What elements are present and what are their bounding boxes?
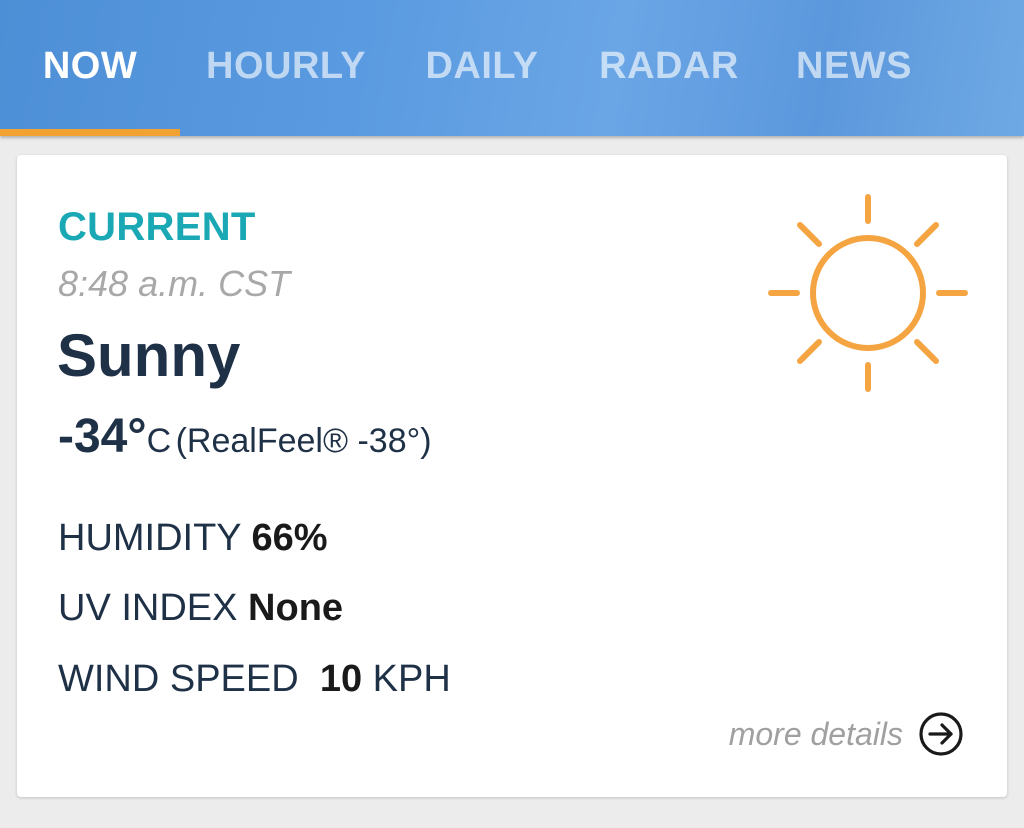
- temperature-row: -34°C (RealFeel® -38°): [58, 409, 432, 464]
- tab-hourly[interactable]: HOURLY: [196, 0, 376, 136]
- tab-daily-label: DAILY: [425, 44, 539, 87]
- humidity-row: HUMIDITY 66%: [58, 517, 328, 560]
- temperature-unit: C: [146, 422, 172, 460]
- temperature-value: -34°: [58, 410, 147, 463]
- tab-radar-label: RADAR: [599, 44, 739, 87]
- realfeel-text: (RealFeel® -38°): [175, 422, 432, 460]
- wind-speed-row: WIND SPEED 10 KPH: [58, 658, 451, 701]
- section-title: CURRENT: [58, 205, 256, 249]
- wind-speed-value: 10: [319, 658, 363, 700]
- more-details-label: more details: [728, 715, 903, 752]
- tab-radar[interactable]: RADAR: [588, 0, 750, 136]
- arrow-circle-right-icon: [919, 712, 963, 756]
- humidity-label: HUMIDITY: [58, 517, 241, 559]
- uv-index-row: UV INDEX None: [58, 587, 343, 630]
- sun-icon: [768, 194, 968, 392]
- current-conditions-card: CURRENT 8:48 a.m. CST Sunny -34°C (RealF…: [17, 155, 1007, 797]
- tab-now[interactable]: NOW: [0, 0, 180, 136]
- tab-news[interactable]: NEWS: [778, 0, 930, 136]
- uv-index-value: None: [248, 587, 344, 629]
- wind-speed-label: WIND SPEED: [58, 658, 299, 700]
- tab-now-label: NOW: [42, 44, 138, 87]
- observation-time: 8:48 a.m. CST: [58, 263, 291, 304]
- uv-index-label: UV INDEX: [58, 587, 238, 629]
- active-tab-indicator: [0, 129, 180, 136]
- tab-daily[interactable]: DAILY: [398, 0, 566, 136]
- tab-hourly-label: HOURLY: [206, 44, 366, 87]
- wind-speed-unit: KPH: [372, 658, 451, 700]
- humidity-value: 66%: [251, 517, 328, 559]
- tab-bar: NOW HOURLY DAILY RADAR NEWS: [0, 0, 1024, 136]
- tab-news-label: NEWS: [796, 44, 912, 87]
- more-details-link[interactable]: more details: [729, 710, 965, 758]
- condition-text: Sunny: [57, 322, 241, 389]
